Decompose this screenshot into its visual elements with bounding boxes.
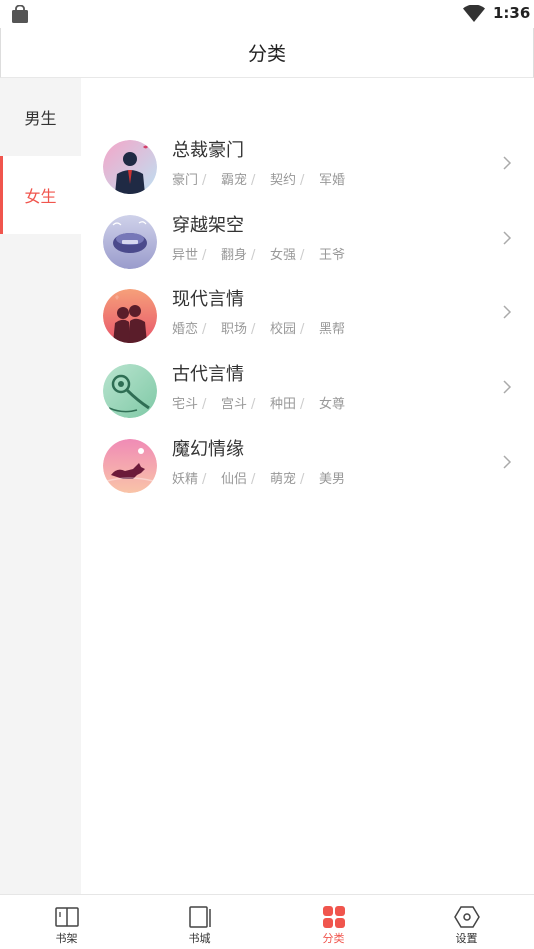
gender-sidebar: 男生 女生 [0,78,81,894]
tab-label: 书城 [188,932,211,945]
bottom-tab-bar: 书架 书城 分类 设置 [0,894,534,949]
tab-bookshelf[interactable]: 书架 [0,895,133,949]
tag[interactable]: 婚恋 / [172,318,221,337]
category-row-ancient-romance[interactable]: 古代言情 宅斗 / 宫斗 / 种田 / 女尊 [81,356,534,430]
tag[interactable]: 女强 / [270,244,319,263]
category-tags: 异世 / 翻身 / 女强 / 王爷 [172,244,368,263]
category-row-fantasy-romance[interactable]: 魔幻情缘 妖精 / 仙侣 / 萌宠 / 美男 [81,431,534,505]
tab-category[interactable]: 分类 [267,895,400,949]
wifi-icon [463,5,485,22]
chevron-right-icon [503,231,512,245]
tag[interactable]: 契约 / [270,169,319,188]
category-row-ceo[interactable]: 总裁豪门 豪门 / 霸宠 / 契约 / 军婚 [81,132,534,206]
sidebar-item-female[interactable]: 女生 [0,156,81,234]
shopping-bag-icon [12,5,28,23]
tab-bookstore[interactable]: 书城 [133,895,266,949]
tag[interactable]: 王爷 [319,244,368,263]
tag[interactable]: 仙侣 / [221,468,270,487]
category-name: 现代言情 [172,289,244,310]
sidebar-item-label: 男生 [24,109,57,128]
tab-label: 分类 [322,932,345,945]
category-list: 总裁豪门 豪门 / 霸宠 / 契约 / 军婚 穿越架空 异世 / 翻身 / 女强 / 王爷 [81,78,534,894]
tab-label: 书架 [55,932,78,945]
category-row-modern-romance[interactable]: 现代言情 婚恋 / 职场 / 校园 / 黑帮 [81,281,534,355]
sidebar-item-label: 女生 [24,187,57,206]
settings-icon [453,906,480,928]
tag[interactable]: 军婚 [319,169,368,188]
ceo-icon [103,140,157,194]
page-title: 分类 [247,43,286,65]
tab-settings[interactable]: 设置 [400,895,533,949]
tag[interactable]: 美男 [319,468,368,487]
category-row-time-travel[interactable]: 穿越架空 异世 / 翻身 / 女强 / 王爷 [81,207,534,281]
tag[interactable]: 萌宠 / [270,468,319,487]
chevron-right-icon [503,305,512,319]
status-bar: 1:36 [0,0,534,28]
couple-icon [103,289,157,343]
category-name: 总裁豪门 [172,140,244,161]
chevron-right-icon [503,380,512,394]
tag[interactable]: 校园 / [270,318,319,337]
tab-label: 设置 [455,932,478,945]
tag[interactable]: 异世 / [172,244,221,263]
category-tags: 豪门 / 霸宠 / 契约 / 军婚 [172,169,368,188]
tag[interactable]: 翻身 / [221,244,270,263]
tag[interactable]: 宅斗 / [172,393,221,412]
bookstore-icon [188,906,211,928]
status-time: 1:36 [493,4,531,22]
tag[interactable]: 豪门 / [172,169,221,188]
category-name: 古代言情 [172,364,244,385]
category-icon [322,906,345,928]
tag[interactable]: 女尊 [319,393,368,412]
time-travel-icon [103,215,157,269]
chevron-right-icon [503,455,512,469]
bookshelf-icon [54,907,79,927]
category-name: 穿越架空 [172,215,244,236]
tag[interactable]: 妖精 / [172,468,221,487]
page-header: 分类 [0,28,534,78]
tag[interactable]: 种田 / [270,393,319,412]
sidebar-item-male[interactable]: 男生 [0,78,81,156]
tag[interactable]: 职场 / [221,318,270,337]
tag[interactable]: 黑帮 [319,318,368,337]
chevron-right-icon [503,156,512,170]
category-name: 魔幻情缘 [172,439,244,460]
tag[interactable]: 宫斗 / [221,393,270,412]
category-tags: 宅斗 / 宫斗 / 种田 / 女尊 [172,393,368,412]
jade-pendant-icon [103,364,157,418]
category-tags: 妖精 / 仙侣 / 萌宠 / 美男 [172,468,368,487]
tag[interactable]: 霸宠 / [221,169,270,188]
category-tags: 婚恋 / 职场 / 校园 / 黑帮 [172,318,368,337]
fox-icon [103,439,157,493]
